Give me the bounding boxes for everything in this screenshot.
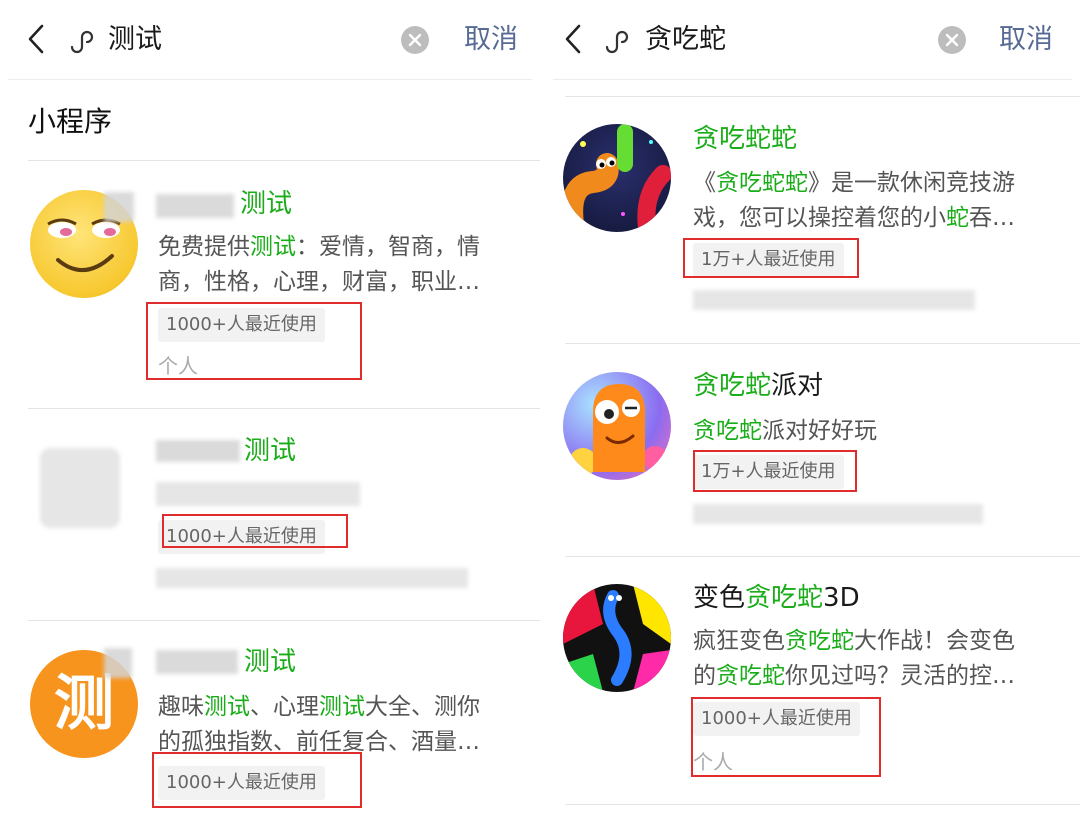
result-description: 免费提供测试：爱情，智商，情 商，性格，心理，财富，职业…: [158, 230, 528, 300]
desc-text: 》是一款休闲竞技游: [808, 170, 1015, 196]
right-search-panel: 贪吃蛇 取消 贪吃蛇蛇 《贪吃蛇蛇》是一款休闲竞技游 戏，您可以操控着您的小蛇吞…: [545, 0, 1080, 820]
annotation-box: [152, 752, 362, 808]
snake-icon: [563, 124, 671, 232]
search-bar: 贪吃蛇 取消: [545, 0, 1080, 80]
mini-program-link-icon: [70, 30, 94, 54]
desc-text: 、心理: [250, 694, 319, 720]
desc-line: 商，性格，心理，财富，职业…: [158, 265, 528, 300]
desc-text: 派对好好玩: [762, 418, 877, 444]
search-bar: 测试 取消: [0, 0, 540, 80]
chevron-left-icon[interactable]: [559, 22, 587, 56]
cancel-button[interactable]: 取消: [464, 20, 518, 60]
desc-highlight: 测试: [204, 694, 250, 720]
desc-text: 《: [693, 170, 716, 196]
desc-line: 贪吃蛇派对好好玩: [693, 414, 1073, 449]
redacted-description: [156, 482, 360, 506]
mosaic-blur: [104, 192, 134, 222]
search-input[interactable]: 贪吃蛇: [645, 20, 726, 60]
clear-circle-icon[interactable]: [937, 25, 967, 55]
result-divider: [28, 408, 540, 409]
result-name: 测试: [240, 189, 293, 219]
snake-party-avatar: [563, 372, 671, 480]
snake-mascot-icon: [569, 384, 667, 476]
result-name: 贪吃蛇蛇: [693, 121, 797, 157]
result-divider: [565, 343, 1080, 344]
desc-line: 的贪吃蛇你见过吗？灵活的控…: [693, 659, 1073, 694]
result-name: 测试: [244, 436, 297, 466]
result-divider: [28, 620, 540, 621]
section-divider: [565, 96, 1080, 97]
desc-line: 《贪吃蛇蛇》是一款休闲竞技游: [693, 166, 1073, 201]
desc-text: 你见过吗？灵活的控…: [785, 663, 1015, 689]
result-description: 趣味测试、心理测试大全、测你 的孤独指数、前任复合、酒量…: [158, 690, 528, 760]
name-highlight: 贪吃蛇蛇: [693, 124, 798, 154]
snake-game-avatar: [563, 124, 671, 232]
cancel-button[interactable]: 取消: [999, 20, 1053, 60]
header-divider: [8, 79, 532, 80]
header-divider: [553, 79, 1072, 80]
desc-text: ：爱情，智商，情: [296, 234, 480, 260]
desc-text: 吞…: [969, 205, 1015, 231]
desc-line: 戏，您可以操控着您的小蛇吞…: [693, 201, 1073, 236]
desc-text: 免费提供: [158, 234, 250, 260]
desc-highlight: 贪吃蛇: [693, 418, 762, 444]
name-highlight: 贪吃蛇: [693, 371, 772, 401]
desc-text: 大全、测你: [365, 694, 480, 720]
color-snake-avatar: [563, 584, 671, 692]
redacted-name: [156, 194, 234, 218]
name-text: 3D: [823, 583, 860, 613]
desc-line: 免费提供测试：爱情，智商，情: [158, 230, 528, 265]
result-name: 贪吃蛇派对: [693, 368, 823, 404]
redacted-owner: [693, 290, 975, 310]
annotation-box: [683, 238, 859, 278]
chevron-left-icon[interactable]: [22, 22, 50, 56]
desc-highlight: 贪吃蛇蛇: [716, 170, 808, 196]
redacted-owner: [156, 568, 468, 588]
section-divider: [28, 160, 540, 161]
mosaic-blur: [104, 648, 132, 678]
result-name: 变色贪吃蛇3D: [693, 580, 860, 616]
section-title: 小程序: [28, 105, 113, 138]
redacted-name: [156, 440, 240, 462]
redacted-owner: [693, 504, 983, 524]
desc-highlight: 测试: [319, 694, 365, 720]
desc-highlight: 贪吃蛇: [716, 663, 785, 689]
result-name: 测试: [244, 647, 297, 677]
redacted-name: [156, 650, 238, 674]
annotation-box: [162, 514, 348, 548]
clear-circle-icon[interactable]: [400, 25, 430, 55]
annotation-box: [693, 450, 857, 492]
desc-text: 商，性格，心理，财富，职业…: [158, 269, 480, 295]
left-search-panel: 测试 取消 小程序 测试 免费提供测试：爱情，智商，情 商，性格，心理，财富，职…: [0, 0, 540, 820]
color-snake-icon: [563, 584, 671, 692]
name-text: 派对: [771, 371, 824, 401]
desc-text: 的: [693, 663, 716, 689]
search-input[interactable]: 测试: [108, 20, 162, 60]
mini-program-link-icon: [605, 30, 629, 54]
desc-line: 疯狂变色贪吃蛇大作战！会变色: [693, 624, 1073, 659]
result-description: 贪吃蛇派对好好玩: [693, 414, 1073, 449]
desc-text: 大作战！会变色: [854, 628, 1015, 654]
name-highlight: 贪吃蛇: [745, 583, 824, 613]
annotation-box: [691, 697, 881, 777]
desc-highlight: 测试: [250, 234, 296, 260]
name-text: 变色: [693, 583, 746, 613]
result-divider: [565, 556, 1080, 557]
result-divider: [565, 804, 1080, 805]
desc-line: 趣味测试、心理测试大全、测你: [158, 690, 528, 725]
desc-highlight: 贪吃蛇: [785, 628, 854, 654]
result-description: 疯狂变色贪吃蛇大作战！会变色 的贪吃蛇你见过吗？灵活的控…: [693, 624, 1073, 694]
redacted-avatar: [40, 448, 120, 528]
result-description: 《贪吃蛇蛇》是一款休闲竞技游 戏，您可以操控着您的小蛇吞…: [693, 166, 1073, 236]
desc-text: 戏，您可以操控着您的小: [693, 205, 946, 231]
desc-text: 趣味: [158, 694, 204, 720]
desc-text: 疯狂变色: [693, 628, 785, 654]
desc-highlight: 蛇: [946, 205, 969, 231]
annotation-box: [146, 302, 362, 380]
